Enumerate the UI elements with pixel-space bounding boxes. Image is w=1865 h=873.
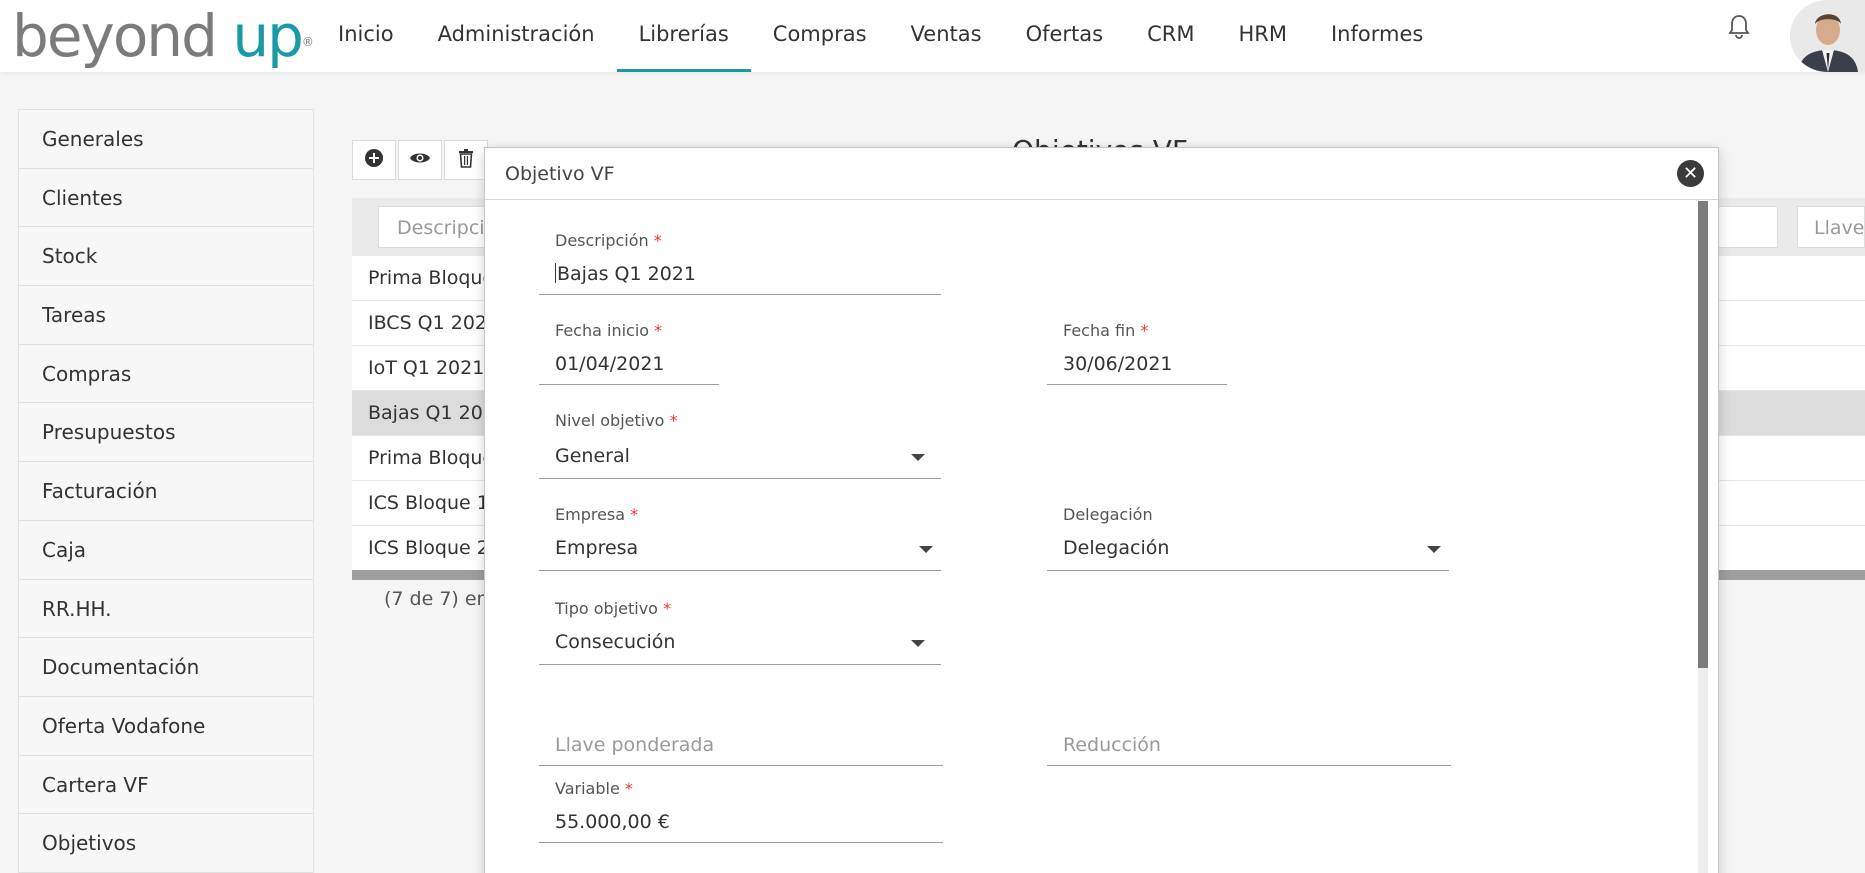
tipo-objetivo-field: Tipo objetivo * Consecución <box>539 599 941 685</box>
text-cursor <box>555 263 556 283</box>
nav-item-hrm[interactable]: HRM <box>1216 0 1309 72</box>
chevron-down-icon <box>911 454 925 461</box>
list-toolbar <box>352 140 490 180</box>
sidebar-item-compras[interactable]: Compras <box>19 344 313 404</box>
llave-ponderada-input[interactable]: Llave ponderada <box>539 726 943 766</box>
logo-accent-text: up <box>232 2 304 70</box>
descripcion-input[interactable]: Bajas Q1 2021 <box>539 255 941 295</box>
sidebar-item-tareas[interactable]: Tareas <box>19 286 313 345</box>
tipo-objetivo-select[interactable]: Consecución <box>539 623 941 665</box>
sidebar-item-facturacion[interactable]: Facturación <box>19 462 313 521</box>
required-mark: * <box>1140 321 1149 340</box>
required-mark: * <box>630 505 639 524</box>
fecha-fin-input[interactable]: 30/06/2021 <box>1047 345 1227 385</box>
descripcion-label: Descripción * <box>555 231 662 250</box>
chevron-down-icon <box>919 546 933 553</box>
nivel-objetivo-value: General <box>555 445 630 467</box>
nav-item-librerias[interactable]: Librerías <box>616 0 751 72</box>
nav-item-crm[interactable]: CRM <box>1125 0 1216 72</box>
chevron-down-icon <box>911 640 925 647</box>
nav-item-ofertas[interactable]: Ofertas <box>1004 0 1126 72</box>
tipo-objetivo-label-text: Tipo objetivo <box>555 599 658 618</box>
required-mark: * <box>663 599 672 618</box>
fecha-inicio-input[interactable]: 01/04/2021 <box>539 345 719 385</box>
chevron-down-icon <box>1427 546 1441 553</box>
fecha-inicio-field: Fecha inicio * 01/04/2021 <box>539 321 719 405</box>
sidebar-item-cartera-vf[interactable]: Cartera VF <box>19 755 313 815</box>
close-icon[interactable]: ✕ <box>1677 160 1704 187</box>
empresa-label: Empresa * <box>555 505 638 524</box>
top-navbar: beyond up ® Inicio Administración Librerí… <box>0 0 1865 72</box>
sidebar: Generales Clientes Stock Tareas Compras … <box>18 109 314 873</box>
sidebar-item-caja[interactable]: Caja <box>19 520 313 580</box>
empresa-value: Empresa <box>555 537 639 559</box>
reduccion-input[interactable]: Reducción <box>1047 726 1451 766</box>
sidebar-item-presupuestos[interactable]: Presupuestos <box>19 403 313 463</box>
descripcion-field: Descripción * Bajas Q1 2021 <box>539 231 941 315</box>
nivel-objetivo-label: Nivel objetivo * <box>555 411 678 430</box>
variable-label-text: Variable <box>555 779 620 798</box>
add-icon <box>364 148 384 172</box>
variable-label: Variable * <box>555 779 633 798</box>
eye-icon <box>409 150 431 170</box>
variable-field: Variable * 55.000,00 € <box>539 779 943 863</box>
nivel-objetivo-select[interactable]: General <box>539 437 941 479</box>
delegacion-select[interactable]: Delegación <box>1047 529 1449 571</box>
delete-button[interactable] <box>444 140 488 180</box>
pagination-info: (7 de 7) en <box>384 588 489 610</box>
trash-icon <box>458 148 474 172</box>
sidebar-item-objetivos[interactable]: Objetivos <box>19 814 313 873</box>
view-button[interactable] <box>398 140 442 180</box>
fecha-fin-label: Fecha fin * <box>1063 321 1148 340</box>
tipo-objetivo-value: Consecución <box>555 631 676 653</box>
empresa-select[interactable]: Empresa <box>539 529 941 571</box>
llave-ponderada-field: Llave ponderada <box>539 726 943 770</box>
delegacion-label: Delegación <box>1063 505 1153 524</box>
fecha-inicio-label: Fecha inicio * <box>555 321 662 340</box>
logo-registered-mark: ® <box>301 35 314 49</box>
tipo-objetivo-label: Tipo objetivo * <box>555 599 671 618</box>
nav-item-compras[interactable]: Compras <box>751 0 889 72</box>
required-mark: * <box>624 779 633 798</box>
fecha-fin-label-text: Fecha fin <box>1063 321 1136 340</box>
objetivo-vf-dialog: Objetivo VF ✕ Descripción * Bajas Q1 202… <box>484 147 1719 873</box>
empresa-label-text: Empresa <box>555 505 626 524</box>
variable-input[interactable]: 55.000,00 € <box>539 803 943 843</box>
descripcion-value: Bajas Q1 2021 <box>557 263 696 285</box>
llave-filter-input[interactable]: Llave <box>1797 206 1865 248</box>
delegacion-field: Delegación Delegación <box>1047 505 1449 591</box>
reduccion-field: Reducción <box>1047 726 1451 770</box>
bell-icon[interactable] <box>1728 14 1750 40</box>
nav-item-ventas[interactable]: Ventas <box>889 0 1004 72</box>
sidebar-item-rrhh[interactable]: RR.HH. <box>19 579 313 639</box>
required-mark: * <box>654 321 663 340</box>
dialog-title: Objetivo VF <box>485 148 1718 200</box>
nav-item-informes[interactable]: Informes <box>1309 0 1445 72</box>
add-button[interactable] <box>352 140 396 180</box>
sidebar-item-oferta-vodafone[interactable]: Oferta Vodafone <box>19 696 313 756</box>
sidebar-item-clientes[interactable]: Clientes <box>19 168 313 228</box>
nav-item-administracion[interactable]: Administración <box>416 0 617 72</box>
dialog-scrollbar-thumb[interactable] <box>1698 201 1708 668</box>
logo-text: beyond <box>12 2 233 70</box>
descripcion-label-text: Descripción <box>555 231 649 250</box>
delegacion-value: Delegación <box>1063 537 1170 559</box>
fecha-inicio-label-text: Fecha inicio <box>555 321 650 340</box>
beyond-up-logo[interactable]: beyond up ® <box>12 6 314 66</box>
user-avatar[interactable] <box>1790 0 1865 72</box>
main-nav: Inicio Administración Librerías Compras … <box>316 0 1445 72</box>
sidebar-item-stock[interactable]: Stock <box>19 227 313 287</box>
required-mark: * <box>653 231 662 250</box>
fecha-fin-field: Fecha fin * 30/06/2021 <box>1047 321 1227 405</box>
nivel-objetivo-field: Nivel objetivo * General <box>539 411 941 497</box>
sidebar-item-documentacion[interactable]: Documentación <box>19 638 313 697</box>
sidebar-item-generales[interactable]: Generales <box>19 110 313 169</box>
nivel-objetivo-label-text: Nivel objetivo <box>555 411 665 430</box>
empresa-field: Empresa * Empresa <box>539 505 941 591</box>
required-mark: * <box>669 411 678 430</box>
nav-item-inicio[interactable]: Inicio <box>316 0 416 72</box>
